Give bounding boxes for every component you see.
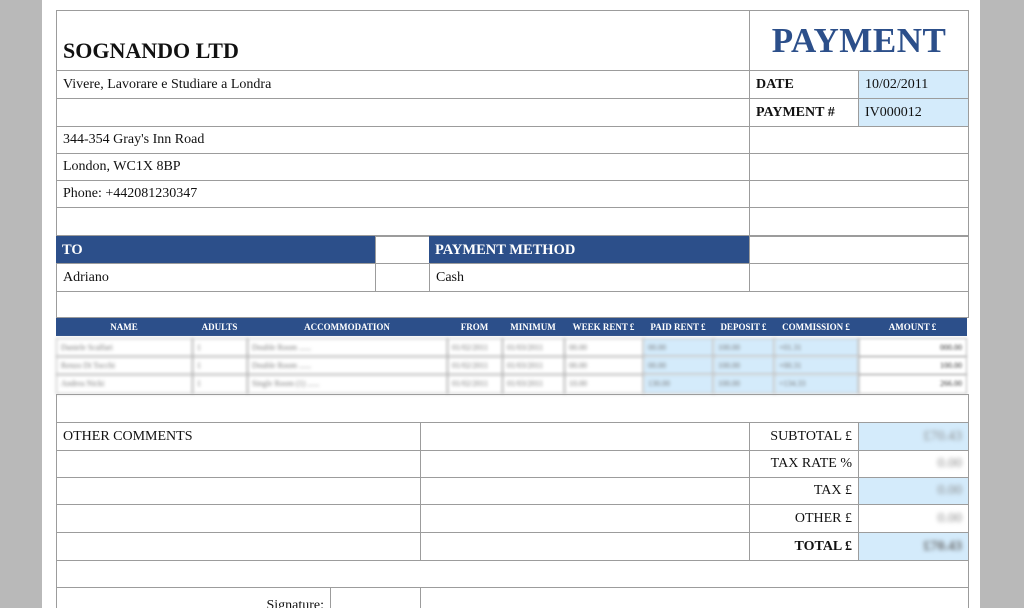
col-header-paid-rent: PAID RENT £ xyxy=(650,322,706,332)
blank-cell xyxy=(749,236,969,264)
table-cell: Double Room ...... xyxy=(247,356,448,375)
payment-number-value[interactable]: IV000012 xyxy=(858,98,969,127)
blank-row xyxy=(56,207,750,236)
table-cell: 266.00 xyxy=(858,374,967,394)
comments-cell[interactable] xyxy=(420,450,750,478)
blank-row xyxy=(56,560,969,588)
table-cell: 1 xyxy=(192,374,248,394)
blank-cell xyxy=(749,153,969,181)
table-cell: 100.00 xyxy=(858,356,967,375)
table-cell: 100.00 xyxy=(713,374,775,394)
comments-line[interactable] xyxy=(56,450,421,478)
signature-label-cell: Signature: xyxy=(56,587,330,608)
payment-method-value[interactable]: Cash xyxy=(429,263,750,292)
table-cell: Andrea Nicki xyxy=(56,374,193,394)
tax-rate-amount: 0.00 xyxy=(937,456,963,471)
col-header-week-rent: WEEK RENT £ xyxy=(572,322,635,332)
tax-rate-value[interactable]: 0.00 xyxy=(858,450,969,478)
address-line-2: London, WC1X 8BP xyxy=(56,153,750,181)
blank-cell xyxy=(375,236,430,264)
table-cell: +00.31 xyxy=(774,356,859,375)
col-header-from: FROM xyxy=(460,322,489,332)
comments-cell[interactable] xyxy=(420,477,750,505)
tax-label: TAX £ xyxy=(749,477,859,505)
to-label: TO xyxy=(56,236,376,264)
tax-value: 0.00 xyxy=(858,477,969,505)
company-name: SOGNANDO LTD xyxy=(56,10,750,71)
table-cell: +01.31 xyxy=(774,338,859,357)
payment-number-label: PAYMENT # xyxy=(749,98,859,127)
phone-number: Phone: +442081230347 xyxy=(56,180,750,208)
tax-amount: 0.00 xyxy=(937,483,963,498)
comments-cell[interactable] xyxy=(420,422,750,451)
table-cell: 100.00 xyxy=(713,338,775,357)
company-tagline: Vivere, Lavorare e Studiare a Londra xyxy=(56,70,750,99)
table-cell: 00.00 xyxy=(643,338,714,357)
col-header-name: NAME xyxy=(110,322,138,332)
payment-method-label: PAYMENT METHOD xyxy=(429,236,750,264)
other-comments-label: OTHER COMMENTS xyxy=(56,422,421,451)
blank-cell xyxy=(420,587,969,608)
blank-cell xyxy=(749,207,969,236)
col-header-amount: AMOUNT £ xyxy=(888,322,937,332)
table-cell: 01/03/2011 xyxy=(502,374,565,394)
blank-cell xyxy=(375,263,430,292)
table-cell: 10.00 xyxy=(564,374,644,394)
signature-label: Signature: xyxy=(266,598,324,608)
table-cell: 01/02/2011 xyxy=(447,374,503,394)
items-header-bar: NAME ADULTS ACCOMMODATION FROM MINIMUM W… xyxy=(56,318,967,336)
table-cell: 1 xyxy=(192,338,248,357)
table-cell: 01/02/2011 xyxy=(447,338,503,357)
subtotal-value: £70.43 xyxy=(858,422,969,451)
table-cell: 000.00 xyxy=(858,338,967,357)
blank-cell xyxy=(749,263,969,292)
date-value[interactable]: 10/02/2011 xyxy=(858,70,969,99)
table-cell: 00.00 xyxy=(564,338,644,357)
blank-row xyxy=(56,98,750,127)
col-header-minimum: MINIMUM xyxy=(510,322,556,332)
comments-line[interactable] xyxy=(56,477,421,505)
blank-row xyxy=(56,394,969,423)
document-title: PAYMENT xyxy=(749,10,969,71)
col-header-accommodation: ACCOMMODATION xyxy=(304,322,390,332)
comments-cell[interactable] xyxy=(420,504,750,533)
table-cell: 01/02/2011 xyxy=(447,356,503,375)
other-amount: 0.00 xyxy=(937,510,963,526)
col-header-commission: COMMISSION £ xyxy=(782,322,850,332)
tax-rate-label: TAX RATE % xyxy=(749,450,859,478)
signature-field[interactable] xyxy=(330,587,421,608)
table-cell: Single Room (1) ...... xyxy=(247,374,448,394)
comments-line[interactable] xyxy=(56,504,421,533)
table-cell: 01/03/2011 xyxy=(502,356,565,375)
table-cell: +134.33 xyxy=(774,374,859,394)
table-cell: Double Room ...... xyxy=(247,338,448,357)
subtotal-amount: £70.43 xyxy=(923,428,963,444)
table-cell: 01/03/2011 xyxy=(502,338,565,357)
comments-line[interactable] xyxy=(56,532,421,561)
other-label: OTHER £ xyxy=(749,504,859,533)
table-cell: 00.00 xyxy=(643,356,714,375)
table-cell: 00.00 xyxy=(564,356,644,375)
subtotal-label: SUBTOTAL £ xyxy=(749,422,859,451)
blank-cell xyxy=(749,180,969,208)
to-value[interactable]: Adriano xyxy=(56,263,376,292)
payment-document: SOGNANDO LTD PAYMENT Vivere, Lavorare e … xyxy=(42,0,980,608)
table-cell: Renzo Di Tocchi xyxy=(56,356,193,375)
total-value: £70.43 xyxy=(858,532,969,561)
comments-cell[interactable] xyxy=(420,532,750,561)
address-line-1: 344-354 Gray's Inn Road xyxy=(56,126,750,154)
table-cell: 100.00 xyxy=(713,356,775,375)
table-cell: Daniele Scalfari xyxy=(56,338,193,357)
blank-cell xyxy=(749,126,969,154)
col-header-adults: ADULTS xyxy=(201,322,238,332)
table-cell: 1 xyxy=(192,356,248,375)
date-label: DATE xyxy=(749,70,859,99)
total-label: TOTAL £ xyxy=(749,532,859,561)
table-cell: 130.00 xyxy=(643,374,714,394)
other-value[interactable]: 0.00 xyxy=(858,504,969,533)
total-amount: £70.43 xyxy=(923,538,963,554)
col-header-deposit: DEPOSIT £ xyxy=(720,322,767,332)
blank-row xyxy=(56,291,969,318)
